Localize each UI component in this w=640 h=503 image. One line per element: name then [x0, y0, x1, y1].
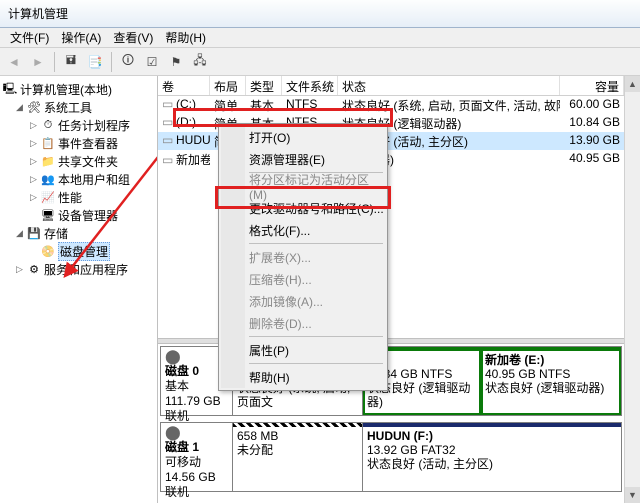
device-icon: 🖥 — [40, 207, 56, 223]
scrollbar-vertical[interactable]: ▲ ▼ — [624, 76, 640, 503]
expand-icon[interactable]: ▷ — [30, 192, 40, 203]
ctx-format[interactable]: 格式化(F)... — [221, 219, 385, 241]
log-icon: 📋 — [40, 135, 56, 151]
menubar: 文件(F) 操作(A) 查看(V) 帮助(H) — [0, 28, 640, 48]
window-title: 计算机管理 — [0, 5, 76, 22]
volume-row[interactable]: ▭(C:)简单基本NTFS状态良好 (系统, 启动, 页面文件, 活动, 故障转… — [158, 96, 624, 114]
tree-disk-management[interactable]: 📀磁盘管理 — [2, 242, 155, 260]
col-layout[interactable]: 布局 — [210, 76, 246, 95]
ctx-mark-active: 将分区标记为活动分区(M) — [221, 175, 385, 197]
window-titlebar: 计算机管理 — [0, 0, 640, 28]
menu-file[interactable]: 文件(F) — [4, 29, 55, 46]
toolbar: ◄ ► 🖬 📑 🛈 ☑ ⚑ 🖧 — [0, 48, 640, 76]
partition[interactable]: HUDUN (F:)13.92 GB FAT32状态良好 (活动, 主分区) — [363, 423, 621, 491]
menu-action[interactable]: 操作(A) — [55, 29, 107, 46]
tb-icon-2[interactable]: 📑 — [85, 52, 105, 72]
disk-block: ⬤磁盘 1可移动14.56 GB联机658 MB未分配HUDUN (F:)13.… — [160, 422, 622, 492]
expand-icon[interactable]: ▷ — [30, 174, 40, 185]
ctx-properties[interactable]: 属性(P) — [221, 339, 385, 361]
volume-icon: ▭ — [162, 153, 176, 167]
expand-icon[interactable]: ▷ — [30, 138, 40, 149]
perf-icon: 📈 — [40, 189, 56, 205]
tree-services-apps[interactable]: ▷⚙服务和应用程序 — [2, 260, 155, 278]
col-type[interactable]: 类型 — [246, 76, 282, 95]
tb-icon-6[interactable]: 🖧 — [190, 52, 210, 72]
nav-tree: 🖳 计算机管理(本地) ◢ 🛠 系统工具 ▷⏱任务计划程序 ▷📋事件查看器 ▷📁… — [0, 76, 158, 503]
storage-icon: 💾 — [26, 225, 42, 241]
folder-icon: 📁 — [40, 153, 56, 169]
ctx-help[interactable]: 帮助(H) — [221, 366, 385, 388]
tree-task-scheduler[interactable]: ▷⏱任务计划程序 — [2, 116, 155, 134]
ctx-add-mirror: 添加镜像(A)... — [221, 290, 385, 312]
disk-icon: 📀 — [40, 243, 56, 259]
volume-icon: ▭ — [162, 115, 176, 129]
expand-icon[interactable]: ▷ — [30, 120, 40, 131]
tb-icon-3[interactable]: 🛈 — [118, 52, 138, 72]
scroll-down-icon[interactable]: ▼ — [625, 487, 640, 503]
gear-icon: ⚙ — [26, 261, 42, 277]
nav-fwd-button[interactable]: ► — [28, 52, 48, 72]
partition[interactable]: 新加卷 (E:)40.95 GB NTFS状态良好 (逻辑驱动器) — [481, 347, 621, 415]
nav-back-button[interactable]: ◄ — [4, 52, 24, 72]
tree-local-users[interactable]: ▷👥本地用户和组 — [2, 170, 155, 188]
volume-icon: ▭ — [162, 97, 176, 111]
tb-icon-1[interactable]: 🖬 — [61, 52, 81, 72]
users-icon: 👥 — [40, 171, 56, 187]
ctx-open[interactable]: 打开(O) — [221, 126, 385, 148]
col-filesystem[interactable]: 文件系统 — [282, 76, 338, 95]
tb-icon-5[interactable]: ⚑ — [166, 52, 186, 72]
volume-icon: ▭ — [162, 133, 176, 147]
collapse-icon[interactable]: ◢ — [16, 228, 26, 239]
col-capacity[interactable]: 容量 — [560, 76, 624, 95]
menu-view[interactable]: 查看(V) — [107, 29, 159, 46]
tree-shared-folders[interactable]: ▷📁共享文件夹 — [2, 152, 155, 170]
computer-icon: 🖳 — [2, 81, 18, 97]
disk-info[interactable]: ⬤磁盘 1可移动14.56 GB联机 — [161, 423, 233, 491]
tree-device-manager[interactable]: 🖥设备管理器 — [2, 206, 155, 224]
volume-list-header: 卷 布局 类型 文件系统 状态 容量 — [158, 76, 624, 96]
col-volume[interactable]: 卷 — [158, 76, 210, 95]
ctx-shrink: 压缩卷(H)... — [221, 268, 385, 290]
tb-icon-4[interactable]: ☑ — [142, 52, 162, 72]
scroll-up-icon[interactable]: ▲ — [625, 76, 640, 92]
tools-icon: 🛠 — [26, 99, 42, 115]
tree-performance[interactable]: ▷📈性能 — [2, 188, 155, 206]
tree-event-viewer[interactable]: ▷📋事件查看器 — [2, 134, 155, 152]
ctx-extend: 扩展卷(X)... — [221, 246, 385, 268]
ctx-change-drive-letter[interactable]: 更改驱动器号和路径(C)... — [221, 197, 385, 219]
menu-help[interactable]: 帮助(H) — [159, 29, 212, 46]
ctx-explorer[interactable]: 资源管理器(E) — [221, 148, 385, 170]
context-menu: 打开(O) 资源管理器(E) 将分区标记为活动分区(M) 更改驱动器号和路径(C… — [218, 123, 388, 391]
expand-icon[interactable]: ▷ — [30, 156, 40, 167]
ctx-delete: 删除卷(D)... — [221, 312, 385, 334]
clock-icon: ⏱ — [40, 117, 56, 133]
col-status[interactable]: 状态 — [338, 76, 560, 95]
collapse-icon[interactable]: ◢ — [16, 102, 26, 113]
tree-storage[interactable]: ◢💾存储 — [2, 224, 155, 242]
disk-icon: ⬤ — [165, 425, 228, 440]
expand-icon[interactable]: ▷ — [16, 264, 26, 275]
partition[interactable]: 658 MB未分配 — [233, 423, 363, 491]
tree-system-tools[interactable]: ◢ 🛠 系统工具 — [2, 98, 155, 116]
tree-root[interactable]: 🖳 计算机管理(本地) — [2, 80, 155, 98]
